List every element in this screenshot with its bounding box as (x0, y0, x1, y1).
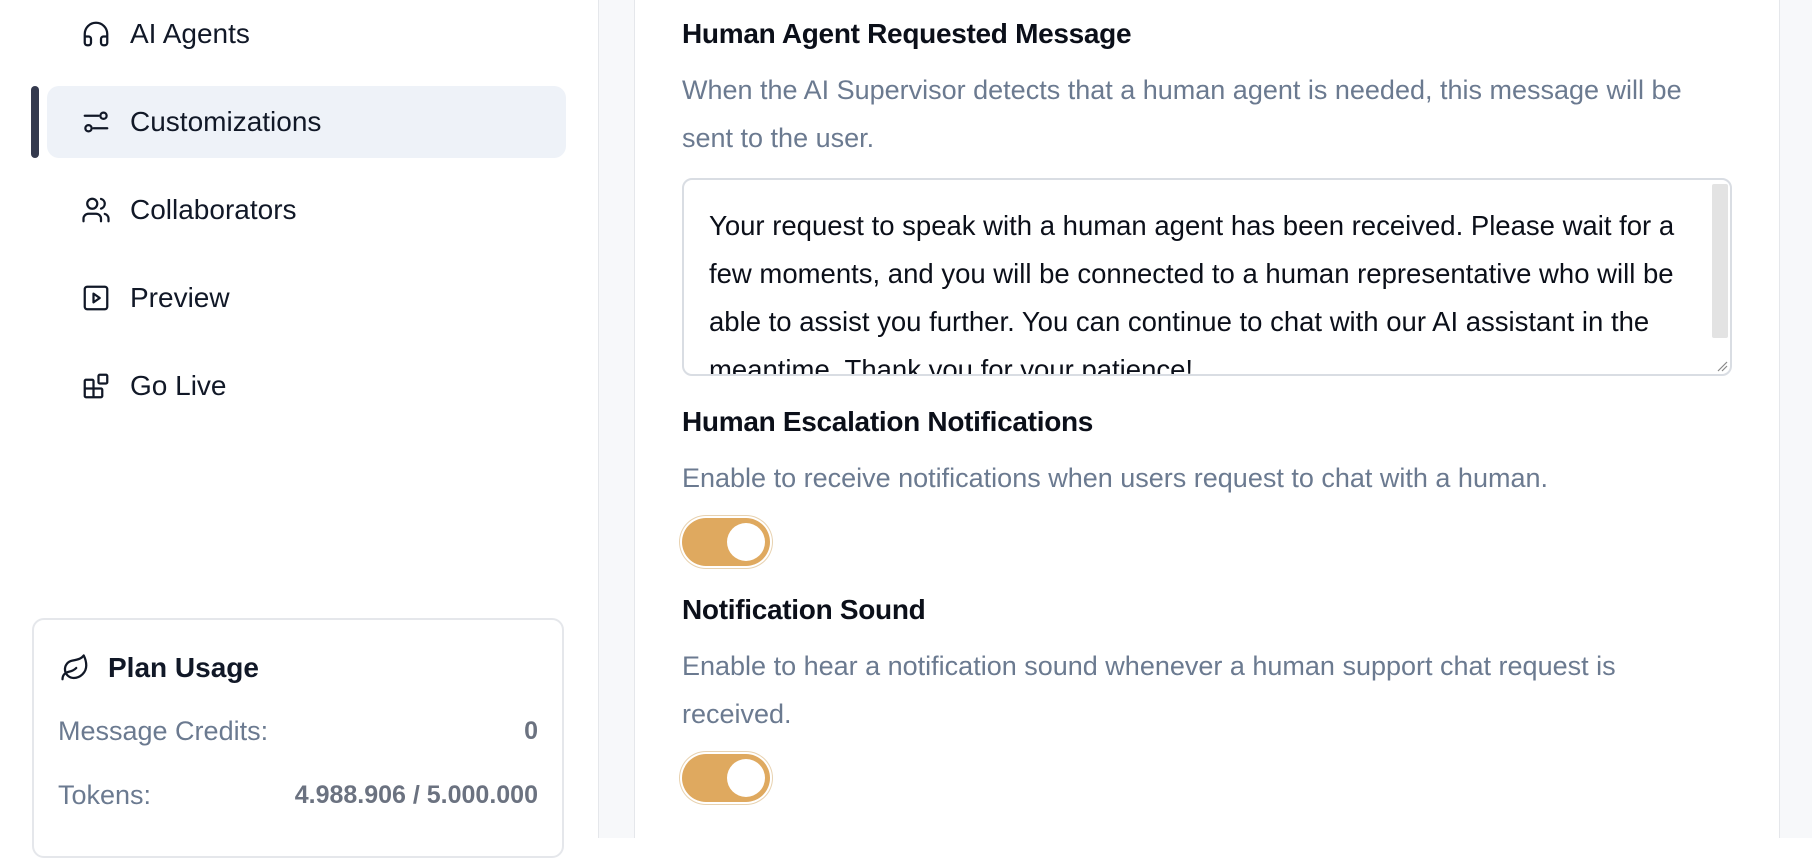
plan-usage-title: Plan Usage (108, 652, 259, 683)
message-credits-row: Message Credits: 0 (58, 716, 538, 747)
notification-sound-title: Notification Sound (682, 594, 926, 625)
tokens-value: 4.988.906 / 5.000.000 (294, 781, 538, 809)
sidebar: AI Agents Customizations Collaborators P… (0, 0, 599, 858)
sidebar-item-label: AI Agents (130, 18, 250, 49)
headphones-icon (80, 18, 112, 50)
sidebar-item-preview[interactable]: Preview (47, 262, 566, 334)
sidebar-item-ai-agents[interactable]: AI Agents (47, 0, 566, 70)
leaf-icon (61, 654, 88, 681)
plan-usage-header: Plan Usage (60, 652, 259, 684)
sidebar-item-label: Go Live (130, 370, 227, 401)
resize-handle-icon[interactable] (1714, 358, 1728, 372)
toggle-knob (727, 523, 765, 561)
sidebar-item-collaborators[interactable]: Collaborators (47, 174, 566, 246)
human-agent-message-textarea[interactable]: Your request to speak with a human agent… (682, 178, 1732, 376)
blocks-icon (80, 370, 112, 402)
textarea-scrollbar[interactable] (1712, 184, 1728, 338)
tokens-row: Tokens: 4.988.906 / 5.000.000 (58, 780, 538, 811)
sliders-icon (80, 106, 112, 138)
tokens-label: Tokens: (58, 780, 152, 810)
notification-sound-toggle[interactable] (682, 754, 770, 802)
message-credits-label: Message Credits: (58, 716, 269, 746)
sidebar-item-label: Collaborators (130, 194, 297, 225)
sidebar-item-label: Preview (130, 282, 230, 313)
escalation-notifications-toggle[interactable] (682, 518, 770, 566)
message-credits-value: 0 (524, 717, 538, 745)
textarea-value: Your request to speak with a human agent… (709, 210, 1675, 376)
notification-sound-description: Enable to hear a notification sound when… (682, 651, 1616, 729)
human-agent-message-title: Human Agent Requested Message (682, 18, 1132, 49)
users-icon (80, 194, 112, 226)
active-indicator (31, 86, 39, 158)
sidebar-item-customizations[interactable]: Customizations (47, 86, 566, 158)
plan-usage-card: Plan Usage Message Credits: 0 Tokens: 4.… (32, 618, 564, 858)
sidebar-item-label: Customizations (130, 106, 322, 137)
sidebar-item-go-live[interactable]: Go Live (47, 350, 566, 422)
escalation-notifications-description: Enable to receive notifications when use… (682, 463, 1548, 493)
play-square-icon (80, 282, 112, 314)
toggle-knob (727, 759, 765, 797)
human-agent-message-description: When the AI Supervisor detects that a hu… (682, 75, 1682, 153)
escalation-notifications-title: Human Escalation Notifications (682, 406, 1094, 437)
